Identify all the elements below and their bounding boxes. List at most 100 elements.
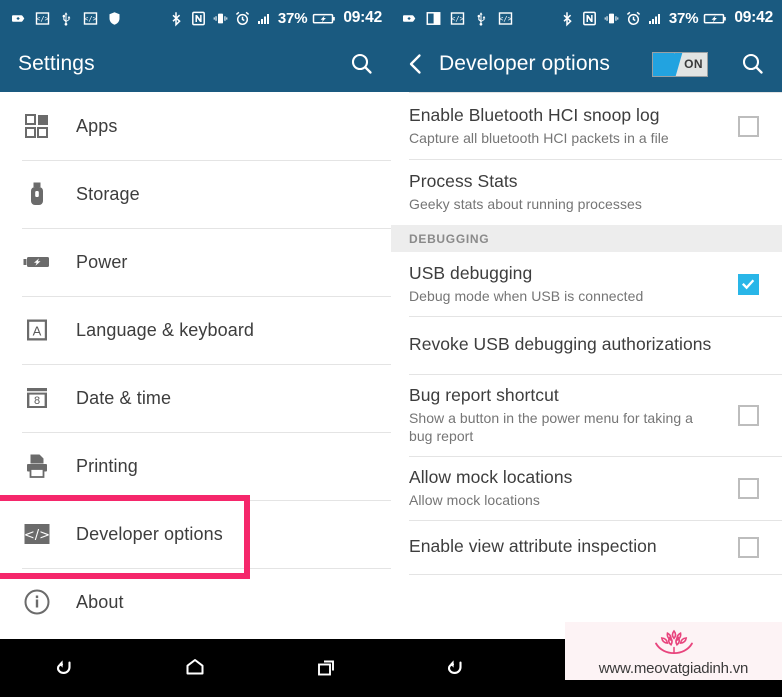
checkbox-usb-debugging[interactable] xyxy=(738,273,759,295)
option-row-bug-report-shortcut[interactable]: Bug report shortcut Show a button in the… xyxy=(391,374,782,456)
checkbox-view-attribute-inspection[interactable] xyxy=(738,536,759,558)
sidebar-item-storage[interactable]: Storage xyxy=(0,160,391,228)
option-text: USB debugging Debug mode when USB is con… xyxy=(409,263,738,305)
settings-app-bar: Settings xyxy=(0,36,391,92)
option-row-view-attribute-inspection[interactable]: Enable view attribute inspection xyxy=(391,520,782,574)
svg-text:</>: </> xyxy=(451,15,464,23)
option-title: Enable Bluetooth HCI snoop log xyxy=(409,104,660,125)
option-row-allow-mock-locations[interactable]: Allow mock locations Allow mock location… xyxy=(391,456,782,520)
battery-percent-label: 37% xyxy=(277,9,308,27)
option-subtitle: Debug mode when USB is connected xyxy=(409,287,644,304)
option-subtitle: Geeky stats about running processes xyxy=(409,195,642,212)
bluetooth-icon xyxy=(559,10,576,27)
option-text: Revoke USB debugging authorizations xyxy=(409,334,768,356)
developer-options-app-bar: Developer options ON xyxy=(391,36,782,92)
back-icon[interactable] xyxy=(391,639,521,697)
status-icons-left: </> </> xyxy=(10,10,123,27)
option-text: Allow mock locations Allow mock location… xyxy=(409,467,738,509)
recents-icon[interactable] xyxy=(261,639,391,697)
shield-icon xyxy=(106,10,123,27)
option-title: Bug report shortcut xyxy=(409,385,559,406)
alarm-icon xyxy=(234,10,251,27)
sidebar-item-printing[interactable]: Printing xyxy=(0,432,391,500)
nfc-icon xyxy=(581,10,598,27)
developer-options-list: Enable Bluetooth HCI snoop log Capture a… xyxy=(391,93,782,585)
screenshot-icon: </> xyxy=(34,10,51,27)
svg-text:8: 8 xyxy=(34,395,40,407)
language-a-icon: A xyxy=(22,315,52,345)
signal-icon xyxy=(256,10,273,27)
sidebar-item-label: Developer options xyxy=(76,523,223,544)
svg-text:A: A xyxy=(33,324,42,339)
battery-charging-icon xyxy=(703,10,727,27)
battery-percent-label: 37% xyxy=(668,9,699,27)
alarm-icon xyxy=(625,10,642,27)
option-row-usb-debugging[interactable]: USB debugging Debug mode when USB is con… xyxy=(391,252,782,316)
option-title: Process Stats xyxy=(409,170,518,191)
screenshot-icon: </> xyxy=(449,10,466,27)
code-brackets-icon: </> xyxy=(22,519,52,549)
svg-text:</>: </> xyxy=(24,528,50,543)
usb-drive-icon xyxy=(22,179,52,209)
svg-text:</>: </> xyxy=(36,15,49,23)
sidebar-item-language-keyboard[interactable]: A Language & keyboard xyxy=(0,296,391,364)
usb-debug-icon xyxy=(473,10,490,27)
sidebar-item-apps[interactable]: Apps xyxy=(0,92,391,160)
option-text: Process Stats Geeky stats about running … xyxy=(409,171,768,213)
option-text: Bug report shortcut Show a button in the… xyxy=(409,385,738,445)
status-icons-right: 37% 09:42 xyxy=(559,10,773,27)
settings-screen: </> </> 37% 09:42 Settings Apps Storage … xyxy=(0,0,391,697)
system-nav-bar-left xyxy=(0,639,391,697)
sidebar-item-label: Power xyxy=(76,251,128,272)
developer-options-toggle[interactable]: ON xyxy=(652,51,708,77)
vibrate-icon xyxy=(212,10,229,27)
sidebar-item-label: Apps xyxy=(76,115,118,136)
sidebar-item-power[interactable]: Power xyxy=(0,228,391,296)
sidebar-item-about[interactable]: About xyxy=(0,568,391,636)
checkbox-bug-report-shortcut[interactable] xyxy=(738,404,759,426)
watermark-text: www.meovatgiadinh.vn xyxy=(598,659,749,677)
toggle-thumb xyxy=(653,52,674,76)
screenshot-frame-icon xyxy=(425,10,442,27)
section-header-debugging: DEBUGGING xyxy=(391,225,782,252)
sidebar-item-label: About xyxy=(76,591,124,612)
sidebar-item-label: Storage xyxy=(76,183,140,204)
home-icon[interactable] xyxy=(130,639,260,697)
option-row-bluetooth-hci-snoop[interactable]: Enable Bluetooth HCI snoop log Capture a… xyxy=(391,93,782,159)
sidebar-item-label: Printing xyxy=(76,455,138,476)
checkbox-allow-mock-locations[interactable] xyxy=(738,477,759,499)
code-icon: </> xyxy=(82,10,99,27)
search-icon[interactable] xyxy=(347,49,377,79)
search-icon[interactable] xyxy=(738,49,768,79)
lotus-flower-logo xyxy=(645,627,703,662)
page-title: Settings xyxy=(18,52,95,75)
status-bar-left: </> </> 37% 09:42 xyxy=(0,0,391,36)
signal-icon xyxy=(647,10,664,27)
svg-text:</>: </> xyxy=(84,15,97,23)
option-title: Enable view attribute inspection xyxy=(409,536,657,557)
chevron-left-icon[interactable] xyxy=(403,51,429,77)
status-icons-right: 37% 09:42 xyxy=(168,10,382,27)
developer-options-screen: </> </> 37% 09:42 Developer options ON E… xyxy=(391,0,782,697)
apps-grid-icon xyxy=(22,111,52,141)
battery-icon xyxy=(22,247,52,277)
status-icons-left: </> </> xyxy=(401,10,514,27)
sd-card-icon xyxy=(401,10,418,27)
checkbox-bluetooth-hci-snoop[interactable] xyxy=(738,115,759,137)
option-row-revoke-usb-auth[interactable]: Revoke USB debugging authorizations xyxy=(391,316,782,374)
option-subtitle: Allow mock locations xyxy=(409,492,540,509)
option-text: Enable Bluetooth HCI snoop log Capture a… xyxy=(409,105,738,147)
sidebar-item-developer-options[interactable]: </> Developer options xyxy=(0,500,391,568)
sidebar-item-date-time[interactable]: 8 Date & time xyxy=(0,364,391,432)
screenshot-root: </> </> 37% 09:42 Settings Apps Storage … xyxy=(0,0,782,697)
bluetooth-icon xyxy=(168,10,185,27)
nfc-icon xyxy=(190,10,207,27)
option-row-partial xyxy=(391,574,782,584)
back-icon[interactable] xyxy=(0,639,130,697)
settings-list: Apps Storage Power A Language & keyboard xyxy=(0,92,391,636)
battery-charging-icon xyxy=(312,10,336,27)
option-row-process-stats[interactable]: Process Stats Geeky stats about running … xyxy=(391,159,782,225)
code-icon: </> xyxy=(497,10,514,27)
option-title: Allow mock locations xyxy=(409,467,573,488)
option-title: USB debugging xyxy=(409,263,533,283)
